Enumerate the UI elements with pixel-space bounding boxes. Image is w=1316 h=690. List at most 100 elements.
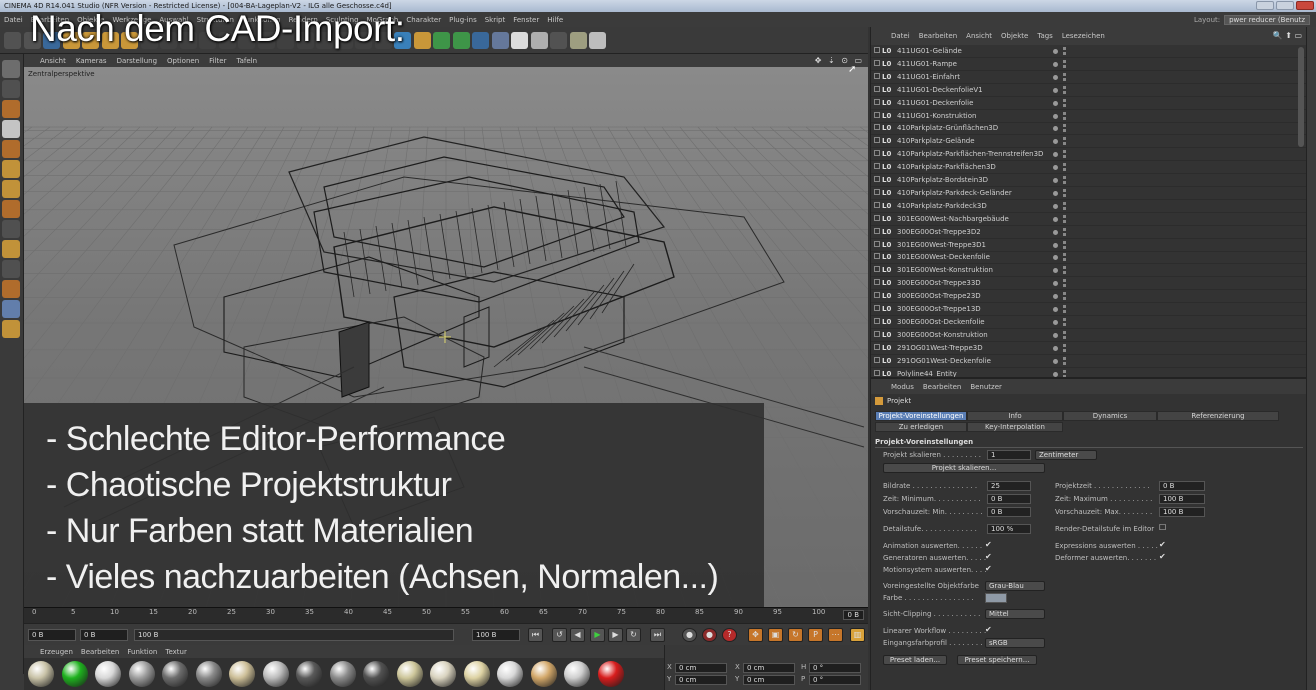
- render-visibility-icon[interactable]: [1063, 181, 1066, 184]
- tab-info[interactable]: Info: [967, 411, 1063, 421]
- preview-min-input[interactable]: 0 B: [987, 507, 1031, 517]
- layout-select[interactable]: pwer reducer (Benutz: [1224, 14, 1310, 25]
- maximize-button[interactable]: [1276, 1, 1294, 10]
- object-row[interactable]: L0 410Parkplatz-Bordstein3D: [871, 174, 1307, 187]
- coordinate-input[interactable]: 0 cm: [675, 663, 727, 673]
- mode-tool-icon[interactable]: [2, 320, 20, 338]
- tree-expand-icon[interactable]: [874, 227, 880, 234]
- viewport-menu-item-0[interactable]: Ansicht: [40, 57, 66, 65]
- scale-input[interactable]: 1: [987, 450, 1031, 460]
- toolbar-tool-icon[interactable]: [511, 32, 528, 49]
- material-swatch[interactable]: [430, 661, 456, 687]
- material-swatch[interactable]: [195, 661, 222, 687]
- detail-input[interactable]: 100 %: [987, 524, 1031, 534]
- tree-expand-icon[interactable]: [874, 292, 880, 299]
- render-visibility-icon[interactable]: [1063, 271, 1066, 275]
- menu-item-11[interactable]: Plug-ins: [449, 16, 477, 24]
- object-row[interactable]: L0 411UG01-Konstruktion: [871, 110, 1307, 123]
- editor-visibility-icon[interactable]: [1063, 356, 1066, 360]
- animation-checkbox[interactable]: ✔: [985, 540, 992, 549]
- viewport-menu-item-4[interactable]: Filter: [209, 57, 226, 65]
- material-menu-item-2[interactable]: Funktion: [127, 648, 157, 656]
- editor-visibility-icon[interactable]: [1063, 150, 1066, 154]
- prev-key-button[interactable]: ↺: [552, 628, 567, 642]
- tree-expand-icon[interactable]: [874, 330, 880, 337]
- editor-visibility-icon[interactable]: [1063, 188, 1066, 192]
- render-visibility-icon[interactable]: [1063, 322, 1066, 326]
- render-visibility-icon[interactable]: [1063, 116, 1066, 120]
- material-swatch[interactable]: [28, 661, 54, 687]
- object-row[interactable]: L0 300EG00Ost-Treppe33D: [871, 277, 1307, 291]
- preset-load-button[interactable]: Preset laden...: [883, 655, 947, 665]
- visibility-dot-icon[interactable]: [1053, 242, 1058, 248]
- object-row[interactable]: L0 410Parkplatz-Parkdeck3D: [871, 200, 1307, 213]
- material-swatch[interactable]: [128, 661, 155, 687]
- tree-expand-icon[interactable]: [874, 305, 880, 311]
- fps-input[interactable]: 25: [987, 481, 1031, 491]
- play-button[interactable]: ▶: [590, 628, 605, 642]
- visibility-dot-icon[interactable]: [1053, 216, 1058, 222]
- material-swatch[interactable]: [564, 661, 590, 687]
- menu-item-14[interactable]: Hilfe: [547, 16, 563, 24]
- viewport-nav-icons[interactable]: ✥ ⇣ ⊙ ▭: [815, 56, 864, 65]
- visibility-dot-icon[interactable]: [1053, 319, 1058, 325]
- mode-tool-icon[interactable]: [2, 140, 20, 158]
- object-row[interactable]: L0 411UG01-Rampe: [871, 58, 1307, 71]
- tree-expand-icon[interactable]: [874, 266, 880, 273]
- mode-tool-icon[interactable]: [2, 60, 20, 78]
- menu-item-13[interactable]: Fenster: [513, 16, 539, 24]
- material-swatch[interactable]: [396, 661, 423, 687]
- min-time-input[interactable]: 0 B: [987, 494, 1031, 504]
- color-swatch[interactable]: [985, 593, 1007, 603]
- object-menu-item-3[interactable]: Objekte: [1001, 32, 1028, 40]
- tree-expand-icon[interactable]: [874, 98, 880, 105]
- editor-visibility-icon[interactable]: [1063, 227, 1066, 231]
- render-visibility-icon[interactable]: [1063, 284, 1066, 288]
- object-menu-item-5[interactable]: Lesezeichen: [1062, 32, 1105, 40]
- visibility-dot-icon[interactable]: [1053, 165, 1058, 171]
- material-swatch[interactable]: [363, 661, 389, 687]
- render-visibility-icon[interactable]: [1063, 103, 1066, 107]
- material-swatch[interactable]: [296, 661, 322, 687]
- material-swatch[interactable]: [597, 661, 624, 687]
- render-visibility-icon[interactable]: [1063, 335, 1066, 339]
- toolbar-tool-icon[interactable]: [550, 32, 567, 49]
- toolbar-tool-icon[interactable]: [433, 32, 450, 49]
- render-visibility-icon[interactable]: [1063, 129, 1066, 133]
- object-row[interactable]: L0 300EG00Ost-Treppe3D2: [871, 226, 1307, 239]
- render-detail-checkbox[interactable]: ☐: [1159, 523, 1166, 532]
- toolbar-tool-icon[interactable]: [530, 32, 548, 49]
- render-visibility-icon[interactable]: [1063, 77, 1066, 81]
- prev-frame-button[interactable]: ◀: [570, 628, 585, 642]
- object-row[interactable]: L0 411UG01-Deckenfolie: [871, 97, 1307, 110]
- tree-expand-icon[interactable]: [874, 369, 880, 376]
- object-manager-search-icon[interactable]: 🔍 ⬆ ▭: [1273, 31, 1302, 40]
- attribute-menu-item-2[interactable]: Benutzer: [970, 383, 1002, 391]
- timeline-window-icon[interactable]: ▥: [850, 628, 865, 642]
- start-frame-field[interactable]: 0 B: [28, 629, 76, 641]
- material-swatch[interactable]: [162, 661, 188, 687]
- visibility-dot-icon[interactable]: [1053, 190, 1058, 196]
- keyframe-help-button[interactable]: ?: [722, 628, 737, 642]
- toolbar-tool-icon[interactable]: [589, 32, 606, 49]
- editor-visibility-icon[interactable]: [1063, 369, 1066, 373]
- max-time-input[interactable]: 100 B: [1159, 494, 1205, 504]
- visibility-dot-icon[interactable]: [1053, 87, 1058, 93]
- coordinate-input[interactable]: 0 cm: [675, 675, 727, 685]
- editor-visibility-icon[interactable]: [1063, 176, 1066, 179]
- object-menu-item-1[interactable]: Bearbeiten: [919, 32, 957, 40]
- clipping-select[interactable]: Mittel: [985, 609, 1045, 619]
- visibility-dot-icon[interactable]: [1053, 281, 1058, 287]
- minimize-button[interactable]: [1256, 1, 1274, 10]
- tree-expand-icon[interactable]: [874, 279, 880, 286]
- editor-visibility-icon[interactable]: [1063, 85, 1066, 89]
- editor-visibility-icon[interactable]: [1063, 137, 1066, 141]
- color-profile-select[interactable]: sRGB: [985, 638, 1045, 648]
- editor-visibility-icon[interactable]: [1063, 343, 1066, 347]
- object-row[interactable]: L0 301EG00West-Treppe3D1: [871, 239, 1307, 252]
- timeline-ruler[interactable]: 0 5 10 15 20 25 30 35 40 45 50 55 60 65 70 75 80 85 90 95 10…: [24, 607, 868, 623]
- render-visibility-icon[interactable]: [1063, 90, 1066, 94]
- render-visibility-icon[interactable]: [1063, 155, 1066, 159]
- object-row[interactable]: L0 411UG01-DeckenfolieV1: [871, 84, 1307, 97]
- object-row[interactable]: L0 291OG01West-Deckenfolie: [871, 355, 1307, 368]
